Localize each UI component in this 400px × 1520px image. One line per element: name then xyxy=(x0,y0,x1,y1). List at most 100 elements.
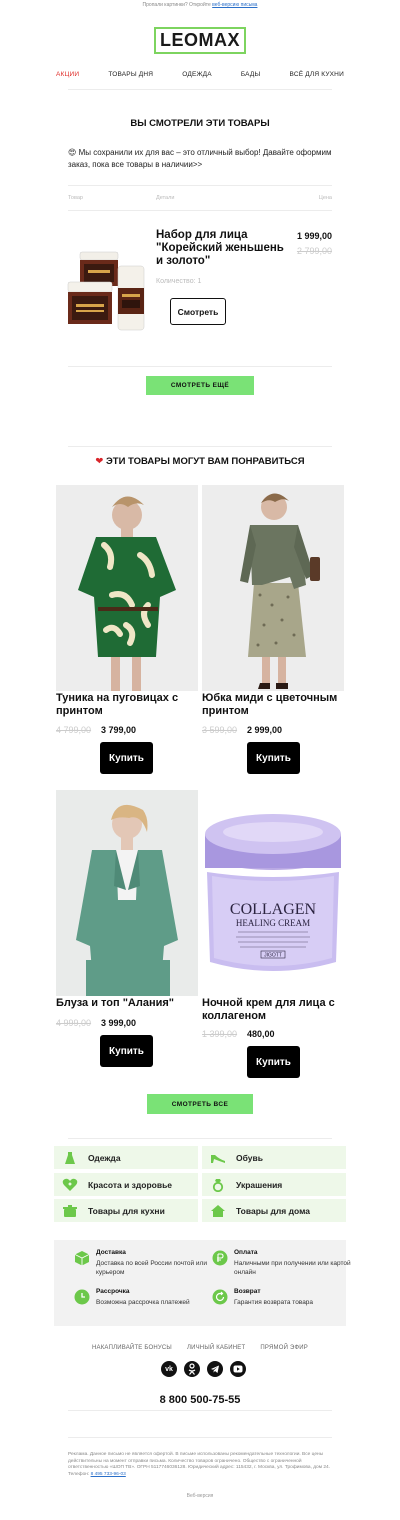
benefit-title: Оплата xyxy=(234,1249,258,1256)
legal-phone-link[interactable]: 8 495 733-96-03 xyxy=(91,1472,126,1477)
column-price: Цена xyxy=(318,195,332,201)
category-jewelry[interactable]: Украшения xyxy=(202,1173,346,1196)
jar-front xyxy=(67,281,113,324)
category-shoes[interactable]: Обувь xyxy=(202,1146,346,1169)
web-version-link[interactable]: веб-версию письма xyxy=(212,2,257,8)
menu-item-kitchen[interactable]: ВСЁ ДЛЯ КУХНИ xyxy=(290,71,344,78)
preheader: Пропали картинки? Откройте веб-версию пи… xyxy=(0,2,400,8)
see-more-button[interactable]: СМОТРЕТЬ ЕЩЁ xyxy=(146,376,254,395)
card-price: 480,00 xyxy=(247,1029,275,1039)
buy-button-tunic[interactable]: Купить xyxy=(100,742,153,774)
divider xyxy=(68,446,332,447)
clock-icon xyxy=(74,1289,90,1305)
product-image-collagen-cream[interactable]: COLLAGEN HEALING CREAM JIGOTT xyxy=(202,790,344,996)
column-details: Детали xyxy=(156,195,175,201)
benefit-title: Возврат xyxy=(234,1288,261,1295)
viewed-lead: 😍 Мы сохранили их для вас – это отличный… xyxy=(68,148,332,169)
social-links: vk xyxy=(161,1361,246,1377)
benefit-delivery: Доставка Доставка по всей России почтой … xyxy=(74,1249,216,1277)
ring-icon xyxy=(210,1177,226,1193)
top-menu: АКЦИИ ТОВАРЫ ДНЯ ОДЕЖДА БАДЫ ВСЁ ДЛЯ КУХ… xyxy=(56,71,344,78)
recommend-title: ❤ ЭТИ ТОВАРЫ МОГУТ ВАМ ПОНРАВИТЬСЯ xyxy=(0,456,400,467)
logo[interactable]: LEOMAX xyxy=(154,27,246,54)
product-image-skirt[interactable] xyxy=(202,485,344,691)
card-price: 2 999,00 xyxy=(247,725,283,735)
viewed-product-price: 1 999,00 xyxy=(296,231,332,241)
divider xyxy=(68,89,332,90)
heart-plus-icon xyxy=(62,1177,78,1193)
menu-item-day-deals[interactable]: ТОВАРЫ ДНЯ xyxy=(108,71,153,78)
category-label: Обувь xyxy=(236,1152,263,1163)
category-label: Товары для дома xyxy=(236,1205,310,1216)
card-old-price: 3 599,00 xyxy=(202,725,238,735)
footer-link-bonuses[interactable]: НАКАПЛИВАЙТЕ БОНУСЫ xyxy=(92,1345,172,1351)
jar-label-healing-cream: HEALING CREAM xyxy=(236,918,310,928)
card-old-price: 4 799,00 xyxy=(56,725,92,735)
benefits-box: Доставка Доставка по всей России почтой … xyxy=(54,1240,351,1326)
product-image-ginseng-set[interactable] xyxy=(66,248,150,338)
vk-icon[interactable]: vk xyxy=(161,1361,177,1377)
ruble-coin-icon xyxy=(212,1250,228,1266)
footer-link-account[interactable]: ЛИЧНЫЙ КАБИНЕТ xyxy=(187,1345,245,1351)
tube xyxy=(117,265,145,331)
card-title-tunic[interactable]: Туника на пуговицах с принтом xyxy=(56,692,196,718)
menu-item-clothes[interactable]: ОДЕЖДА xyxy=(182,71,212,78)
menu-item-sales[interactable]: АКЦИИ xyxy=(56,71,79,78)
divider xyxy=(68,1138,332,1139)
viewed-product-quantity: Количество: 1 xyxy=(156,278,202,285)
footer-link-live[interactable]: ПРЯМОЙ ЭФИР xyxy=(260,1345,308,1351)
category-label: Украшения xyxy=(236,1179,283,1190)
card-price: 3 999,00 xyxy=(101,1018,137,1028)
card-title-skirt[interactable]: Юбка миди с цветочным принтом xyxy=(202,692,342,718)
divider xyxy=(68,366,332,367)
benefit-title: Доставка xyxy=(96,1249,126,1256)
product-image-tunic[interactable] xyxy=(56,485,198,691)
benefit-text: Доставка по всей России почтой или курье… xyxy=(96,1260,207,1276)
return-arrow-icon xyxy=(212,1289,228,1305)
card-old-price: 1 399,00 xyxy=(202,1029,238,1039)
card-old-price: 4 999,00 xyxy=(56,1018,92,1028)
viewed-product-name[interactable]: Набор для лица "Корейский женьшень и зол… xyxy=(156,229,286,268)
product-image-blouse[interactable] xyxy=(56,790,198,996)
category-beauty[interactable]: Красота и здоровье xyxy=(54,1173,198,1196)
youtube-icon[interactable] xyxy=(230,1361,246,1377)
category-home[interactable]: Товары для дома xyxy=(202,1199,346,1222)
category-label: Одежда xyxy=(88,1152,121,1163)
divider xyxy=(68,185,332,186)
phone-number[interactable]: 8 800 500-75-55 xyxy=(0,1394,400,1406)
heart-icon: ❤ xyxy=(95,456,104,467)
card-price: 3 799,00 xyxy=(101,725,137,735)
buy-button-skirt[interactable]: Купить xyxy=(247,742,300,774)
buy-button-collagen[interactable]: Купить xyxy=(247,1046,300,1078)
dress-icon xyxy=(62,1150,78,1166)
viewed-title: ВЫ СМОТРЕЛИ ЭТИ ТОВАРЫ xyxy=(130,118,270,129)
pot-icon xyxy=(62,1203,78,1219)
viewed-product-old-price: 2 799,00 xyxy=(296,246,332,256)
card-title-collagen[interactable]: Ночной крем для лица с коллагеном xyxy=(202,997,344,1023)
view-product-button[interactable]: Смотреть xyxy=(170,298,226,325)
jar-back xyxy=(79,251,119,286)
buy-button-blouse[interactable]: Купить xyxy=(100,1035,153,1067)
category-clothes[interactable]: Одежда xyxy=(54,1146,198,1169)
heel-shoe-icon xyxy=(210,1150,226,1166)
benefit-text: Наличными при получении или картой онлай… xyxy=(234,1260,351,1276)
jar-label-collagen: COLLAGEN xyxy=(230,901,317,918)
card-title-blouse[interactable]: Блуза и топ "Алания" xyxy=(56,997,196,1010)
recommend-title-text: ЭТИ ТОВАРЫ МОГУТ ВАМ ПОНРАВИТЬСЯ xyxy=(106,456,305,467)
see-all-button[interactable]: СМОТРЕТЬ ВСЕ xyxy=(147,1094,253,1114)
category-kitchen[interactable]: Товары для кухни xyxy=(54,1199,198,1222)
category-label: Товары для кухни xyxy=(88,1205,165,1216)
benefit-return: Возврат Гарантия возврата товара xyxy=(212,1288,354,1307)
category-label: Красота и здоровье xyxy=(88,1179,173,1190)
column-product: Товар xyxy=(68,195,83,201)
jar-label-brand: JIGOTT xyxy=(264,953,282,959)
menu-item-supplements[interactable]: БАДЫ xyxy=(241,71,261,78)
web-version-footer-link[interactable]: Веб-версия xyxy=(0,1493,400,1499)
telegram-icon[interactable] xyxy=(207,1361,223,1377)
benefit-installments: Рассрочка Возможна рассрочка платежей xyxy=(74,1288,216,1307)
footer-links: НАКАПЛИВАЙТЕ БОНУСЫ ЛИЧНЫЙ КАБИНЕТ ПРЯМО… xyxy=(92,1345,308,1351)
box-icon xyxy=(74,1251,90,1266)
odnoklassniki-icon[interactable] xyxy=(184,1361,200,1377)
house-icon xyxy=(210,1203,226,1219)
divider xyxy=(68,1437,332,1438)
